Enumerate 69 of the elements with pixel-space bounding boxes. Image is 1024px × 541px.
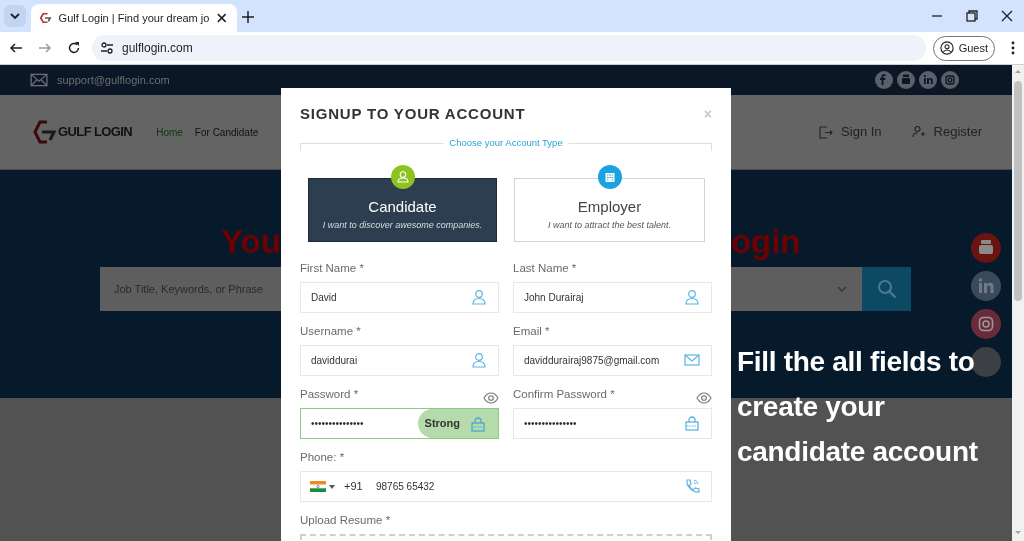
user-icon — [390, 165, 415, 189]
section-legend: Choose your Account Type — [443, 136, 569, 150]
eye-icon[interactable] — [696, 390, 712, 406]
field-label: Password * — [300, 387, 359, 403]
strength-label: Strong — [424, 416, 460, 432]
close-icon[interactable] — [215, 11, 229, 25]
phone-icon — [684, 478, 700, 494]
menu-icon[interactable] — [1011, 41, 1016, 55]
option-title: Candidate — [368, 197, 437, 216]
hero-title: ogin — [730, 222, 801, 262]
flag-icon[interactable] — [310, 481, 326, 492]
lock-icon — [470, 415, 486, 432]
instagram-icon[interactable] — [971, 309, 1001, 339]
support-email[interactable]: support@gulflogin.com — [57, 71, 170, 89]
facebook-icon[interactable] — [875, 71, 893, 89]
user-add-icon — [911, 125, 926, 139]
lock-icon — [684, 415, 700, 431]
linkedin-icon[interactable] — [971, 271, 1001, 301]
user-icon — [471, 289, 487, 305]
user-icon — [684, 289, 700, 305]
reload-icon[interactable] — [66, 41, 81, 55]
back-icon[interactable] — [9, 41, 23, 55]
text-field[interactable]: daviddurai — [300, 345, 499, 376]
restore-icon[interactable] — [965, 9, 979, 23]
site-info-icon[interactable] — [99, 41, 114, 55]
field-label: Confirm Password * — [513, 387, 615, 403]
eye-icon[interactable] — [483, 390, 499, 406]
instagram-icon[interactable] — [941, 71, 959, 89]
close-icon[interactable] — [1000, 9, 1014, 23]
field-label: Upload Resume * — [300, 513, 391, 529]
caret-icon[interactable] — [329, 484, 335, 489]
linkedin-icon[interactable] — [919, 71, 937, 89]
browser-tab[interactable]: Gulf Login | Find your dream jo — [31, 4, 237, 32]
caption-text: candidate account — [737, 435, 978, 469]
option-description: I want to discover awesome companies. — [322, 218, 483, 232]
building-icon — [597, 165, 622, 189]
mail-icon — [30, 73, 48, 87]
text-field[interactable]: David — [300, 282, 499, 313]
field-label: Username * — [300, 324, 361, 340]
text-field[interactable]: John Durairaj — [513, 282, 712, 313]
new-tab-icon[interactable] — [241, 10, 255, 24]
profile-icon — [939, 41, 954, 55]
candidate-option[interactable]: Candidate I want to discover awesome companies. — [308, 178, 497, 242]
login-icon — [819, 125, 834, 139]
hero-title: You — [221, 222, 281, 262]
site-favicon-icon — [39, 11, 53, 25]
url-text: gulflogin.com — [121, 40, 193, 57]
address-bar[interactable]: gulflogin.com — [91, 35, 926, 61]
email-field[interactable]: daviddurairaj9875@gmail.com — [513, 345, 712, 376]
logo-icon[interactable] — [33, 119, 57, 145]
search-icon — [876, 279, 897, 299]
password-field[interactable]: ••••••••••••••• — [513, 408, 712, 439]
mail-icon — [684, 352, 700, 368]
option-title: Employer — [577, 197, 642, 216]
tab-search-icon[interactable] — [4, 5, 26, 27]
forward-icon[interactable] — [38, 41, 52, 55]
user-icon — [471, 352, 487, 368]
tab-title: Gulf Login | Find your dream jo — [58, 10, 210, 26]
caption-text: Fill the all fields to — [737, 345, 976, 379]
dial-code: +91 — [344, 479, 363, 495]
field-label: Email * — [513, 324, 550, 340]
option-description: I want to attract the best talent. — [547, 218, 672, 232]
field-label: Phone: * — [300, 450, 345, 466]
dialog-title: SIGNUP TO YOUR ACCOUNT — [300, 103, 526, 124]
scrollbar[interactable] — [1012, 65, 1024, 541]
field-label: Last Name * — [513, 261, 577, 277]
field-label: First Name * — [300, 261, 364, 277]
caption-text: create your — [737, 390, 886, 424]
employer-option[interactable]: Employer I want to attract the best talent. — [514, 178, 705, 242]
